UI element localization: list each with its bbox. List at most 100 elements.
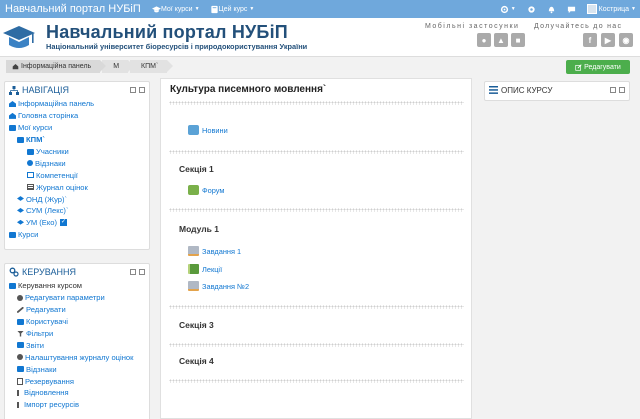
nav-item-gradebook[interactable]: Журнал оцінок xyxy=(9,181,149,193)
nav-item-participants[interactable]: Учасники xyxy=(9,146,149,158)
settings-icon[interactable] xyxy=(527,5,536,14)
administration-title: КЕРУВАННЯ xyxy=(22,267,76,277)
dock-icon[interactable] xyxy=(139,269,145,275)
folder-icon xyxy=(17,136,24,143)
nav-item-label[interactable]: Журнал оцінок xyxy=(36,183,88,192)
check-icon[interactable]: ✓ xyxy=(60,219,68,227)
activity-label[interactable]: Завдання 1 xyxy=(202,247,241,256)
admin-item-reports[interactable]: Звіти xyxy=(9,339,149,351)
activity-label[interactable]: Новини xyxy=(202,126,228,135)
nav-item-label[interactable]: УМ (Еко) xyxy=(26,218,57,227)
admin-item-label[interactable]: Фільтри xyxy=(26,329,53,338)
activity-assignment-2[interactable]: Завдання №2 xyxy=(188,281,249,291)
settings-menu[interactable]: ▼ xyxy=(500,5,516,14)
activity-label[interactable]: Лекції xyxy=(202,265,222,274)
admin-item-label[interactable]: Звіти xyxy=(26,341,44,350)
course-content: Культура писемного мовлення` Новини Секц… xyxy=(160,78,472,419)
activity-lectures[interactable]: Лекції xyxy=(188,264,222,274)
menu-my-courses[interactable]: Мої курси ▼ xyxy=(152,5,200,14)
messages-icon[interactable] xyxy=(567,5,576,14)
dock-icon[interactable] xyxy=(139,87,145,93)
admin-item-edit-settings[interactable]: Редагувати параметри xyxy=(9,292,149,304)
section-divider xyxy=(169,379,464,383)
activity-forum[interactable]: Форум xyxy=(188,185,224,195)
android-icon[interactable]: ▲ xyxy=(494,33,508,47)
activity-news[interactable]: Новини xyxy=(188,125,228,135)
caret-down-icon: ▼ xyxy=(249,6,255,12)
admin-item-filters[interactable]: Фільтри xyxy=(9,328,149,340)
breadcrumb-dashboard[interactable]: Інформаційна панель xyxy=(6,60,107,73)
nav-item-my-courses[interactable]: Мої курси xyxy=(9,122,149,134)
breadcrumb-course[interactable]: КПМ` xyxy=(130,60,174,73)
admin-item-label[interactable]: Редагувати xyxy=(26,305,66,314)
admin-item-label[interactable]: Відзнаки xyxy=(26,365,57,374)
site-title[interactable]: Навчальний портал НУБіП xyxy=(46,22,288,43)
admin-item-label[interactable]: Резервування xyxy=(25,377,74,386)
admin-item-edit[interactable]: Редагувати xyxy=(9,304,149,316)
admin-item-label[interactable]: Керування курсом xyxy=(18,281,82,290)
folder-icon xyxy=(17,318,24,325)
section-title: Секція 1 xyxy=(179,164,214,174)
admin-item-label[interactable]: Користувачі xyxy=(26,317,68,326)
admin-item-users[interactable]: Користувачі xyxy=(9,316,149,328)
facebook-icon[interactable]: f xyxy=(583,33,597,47)
activity-label[interactable]: Форум xyxy=(202,186,224,195)
windows-icon[interactable]: ■ xyxy=(511,33,525,47)
collapse-icon[interactable] xyxy=(130,87,136,93)
nav-item-course-um[interactable]: УМ (Еко) ✓ xyxy=(9,217,149,229)
nav-item-course-kpm[interactable]: КПМ` xyxy=(9,134,149,146)
nav-item-label[interactable]: Курси xyxy=(18,230,38,239)
site-logo-icon[interactable] xyxy=(2,22,36,53)
checkbox-icon xyxy=(27,172,34,179)
nav-item-course-ond[interactable]: ОНД (Жур)` xyxy=(9,193,149,205)
edit-mode-button[interactable]: Редагувати xyxy=(566,60,630,74)
nav-item-label[interactable]: ОНД (Жур)` xyxy=(26,195,67,204)
admin-item-backup[interactable]: Резервування xyxy=(9,375,149,387)
youtube-icon[interactable]: ▶ xyxy=(601,33,615,47)
breadcrumb: Інформаційна панель М КПМ` xyxy=(6,60,174,73)
section-divider xyxy=(169,343,464,347)
navbar-brand[interactable]: Навчальний портал НУБіП xyxy=(0,3,152,15)
admin-item-label[interactable]: Редагувати параметри xyxy=(25,293,105,302)
nav-item-dashboard[interactable]: Інформаційна панель xyxy=(9,98,149,110)
admin-item-gradebook-setup[interactable]: Налаштування журналу оцінок xyxy=(9,351,149,363)
admin-item-label[interactable]: Налаштування журналу оцінок xyxy=(25,353,133,362)
book-icon xyxy=(210,5,218,13)
nav-item-label[interactable]: СУМ (Лекс)` xyxy=(26,206,69,215)
list-icon xyxy=(489,86,498,94)
dock-icon[interactable] xyxy=(619,87,625,93)
admin-item-import[interactable]: Імпорт ресурсів xyxy=(9,399,149,411)
collapse-icon[interactable] xyxy=(130,269,136,275)
activity-label[interactable]: Завдання №2 xyxy=(202,282,249,291)
nav-item-courses[interactable]: Курси xyxy=(9,229,149,241)
section-divider xyxy=(169,305,464,309)
admin-item-label[interactable]: Відновлення xyxy=(24,388,69,397)
top-navbar: Навчальний портал НУБіП Мої курси ▼ Цей … xyxy=(0,0,640,18)
nav-item-label[interactable]: Компетенції xyxy=(36,171,78,180)
collapse-icon[interactable] xyxy=(610,87,616,93)
section-title: Секція 4 xyxy=(179,356,214,366)
nav-item-label[interactable]: Відзнаки xyxy=(35,159,66,168)
menu-this-course[interactable]: Цей курс ▼ xyxy=(210,5,255,14)
user-name: Кострица xyxy=(598,5,630,13)
bell-icon[interactable] xyxy=(547,5,556,14)
nav-item-label[interactable]: КПМ` xyxy=(26,135,45,144)
nav-item-course-sum[interactable]: СУМ (Лекс)` xyxy=(9,205,149,217)
join-us-label: Долучайтесь до нас xyxy=(534,23,623,30)
nav-item-label[interactable]: Головна сторінка xyxy=(18,111,78,120)
nav-item-badges[interactable]: Відзнаки xyxy=(9,157,149,169)
user-menu[interactable]: Кострица ▼ xyxy=(586,4,636,14)
admin-item-restore[interactable]: Відновлення xyxy=(9,387,149,399)
admin-item-label[interactable]: Імпорт ресурсів xyxy=(24,400,79,409)
nav-item-competencies[interactable]: Компетенції xyxy=(9,169,149,181)
caret-down-icon: ▼ xyxy=(631,6,636,12)
admin-item-badges[interactable]: Відзнаки xyxy=(9,363,149,375)
globe-icon[interactable]: ◉ xyxy=(619,33,633,47)
apple-icon[interactable]: ● xyxy=(477,33,491,47)
nav-item-label[interactable]: Інформаційна панель xyxy=(18,99,94,108)
nav-item-label[interactable]: Учасники xyxy=(36,147,69,156)
nav-item-label[interactable]: Мої курси xyxy=(18,123,52,132)
nav-item-home[interactable]: Головна сторінка xyxy=(9,110,149,122)
activity-assignment-1[interactable]: Завдання 1 xyxy=(188,246,241,256)
admin-item-course-admin[interactable]: Керування курсом xyxy=(9,280,149,292)
